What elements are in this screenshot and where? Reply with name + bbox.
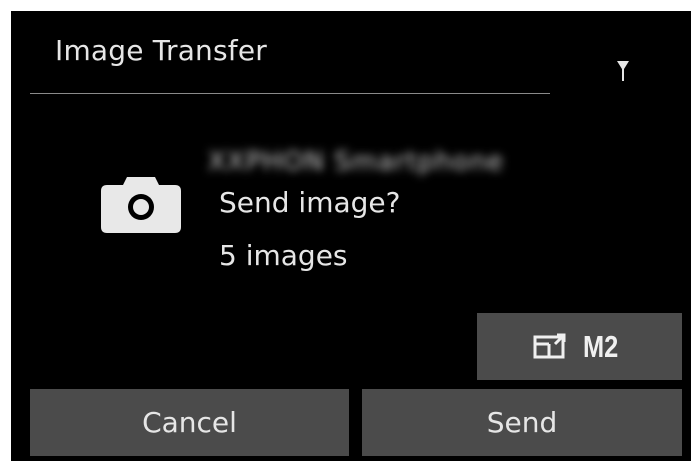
- resize-image-icon: [533, 333, 566, 358]
- cancel-button[interactable]: Cancel: [30, 389, 349, 456]
- send-button[interactable]: Send: [362, 389, 682, 456]
- image-count: 5 images: [219, 239, 348, 272]
- image-size-button[interactable]: M2: [477, 313, 682, 380]
- antenna-icon: [617, 61, 629, 81]
- device-name: XXPHON Smartphone: [208, 147, 505, 177]
- camera-screen: Image Transfer XXPHON Smartphone Send im…: [11, 11, 691, 461]
- camera-icon: [101, 177, 181, 233]
- dialog-title: Image Transfer: [55, 34, 267, 67]
- send-prompt: Send image?: [219, 186, 401, 219]
- image-size-label: M2: [582, 329, 619, 364]
- title-divider: [30, 93, 550, 94]
